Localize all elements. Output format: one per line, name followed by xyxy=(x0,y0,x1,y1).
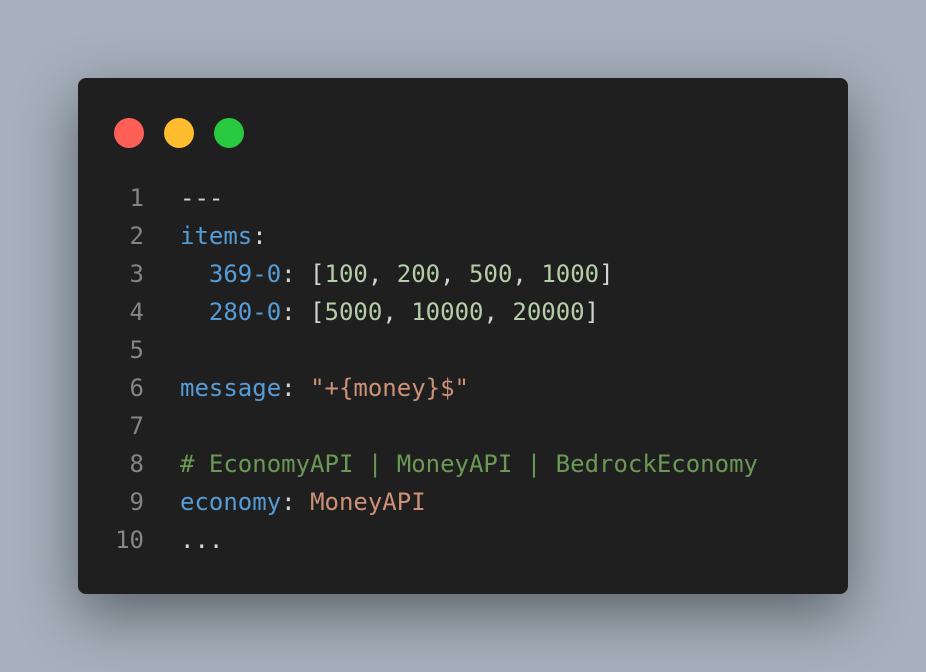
line-content: 280-0: [5000, 10000, 20000] xyxy=(208,298,600,326)
code-line: 8 # EconomyAPI | MoneyAPI | BedrockEcono… xyxy=(78,445,758,483)
code-line: 5 xyxy=(78,331,758,369)
yaml-number: 10000 xyxy=(411,298,484,326)
line-content: # EconomyAPI | MoneyAPI | BedrockEconomy xyxy=(180,445,758,483)
line-number: 10 xyxy=(115,526,144,554)
yaml-key: 280-0 xyxy=(208,298,282,326)
yaml-number: 20000 xyxy=(512,298,585,326)
code-line: 4 280-0: [5000, 10000, 20000] xyxy=(78,293,758,331)
line-content: 369-0: [100, 200, 500, 1000] xyxy=(208,260,614,288)
yaml-comment: # EconomyAPI | MoneyAPI | BedrockEconomy xyxy=(180,450,758,478)
maximize-dot-icon[interactable] xyxy=(214,118,244,148)
line-number: 1 xyxy=(129,184,144,212)
line-number: 6 xyxy=(129,374,144,402)
yaml-string: "+{money}$" xyxy=(310,374,470,402)
code-line: 6 message: "+{money}$" xyxy=(78,369,758,407)
line-number: 5 xyxy=(129,336,144,364)
yaml-number: 100 xyxy=(324,260,368,288)
close-dot-icon[interactable] xyxy=(114,118,144,148)
code-line: 2 items: xyxy=(78,217,758,255)
window-controls xyxy=(114,118,244,148)
yaml-key: economy xyxy=(180,488,282,516)
yaml-string: MoneyAPI xyxy=(310,488,426,516)
line-number: 4 xyxy=(129,298,144,326)
code-line: 3 369-0: [100, 200, 500, 1000] xyxy=(78,255,758,293)
line-content: ... xyxy=(180,521,223,559)
code-line: 9 economy: MoneyAPI xyxy=(78,483,758,521)
line-content: --- xyxy=(180,179,223,217)
yaml-key: 369-0 xyxy=(208,260,282,288)
code-window: 1 --- 2 items: 3 369-0: [100, 200, 500, … xyxy=(78,78,848,594)
yaml-number: 5000 xyxy=(324,298,383,326)
yaml-key: message xyxy=(180,374,282,402)
yaml-key: items xyxy=(180,222,253,250)
document-end: ... xyxy=(180,526,224,554)
line-number: 8 xyxy=(129,450,144,478)
document-start: --- xyxy=(180,184,224,212)
line-content: economy: MoneyAPI xyxy=(180,488,426,516)
code-line: 7 xyxy=(78,407,758,445)
line-number: 9 xyxy=(129,488,144,516)
minimize-dot-icon[interactable] xyxy=(164,118,194,148)
line-number: 2 xyxy=(129,222,144,250)
yaml-number: 500 xyxy=(469,260,513,288)
code-line: 1 --- xyxy=(78,179,758,217)
line-number: 3 xyxy=(129,260,144,288)
code-line: 10 ... xyxy=(78,521,758,559)
line-content: items: xyxy=(180,222,267,250)
line-content: message: "+{money}$" xyxy=(180,374,470,402)
line-number: 7 xyxy=(129,412,144,440)
yaml-number: 1000 xyxy=(541,260,600,288)
code-block: 1 --- 2 items: 3 369-0: [100, 200, 500, … xyxy=(78,179,758,559)
yaml-number: 200 xyxy=(396,260,441,288)
